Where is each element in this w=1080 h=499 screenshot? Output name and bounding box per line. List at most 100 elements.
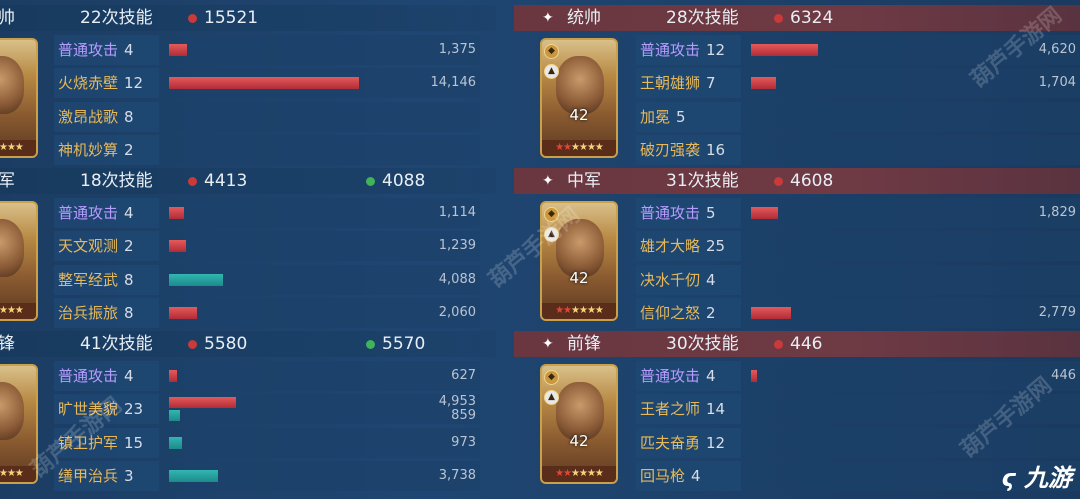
skill-name: 治兵振旅 [58, 304, 119, 322]
damage-total: 446 [790, 334, 823, 354]
skill-cast-count: 4 [706, 367, 716, 385]
logo-glyph-icon: ϛ [1001, 464, 1016, 492]
damage-value: 627 [451, 368, 476, 383]
stat-group: 帅 22次技能 15521 ★★★★★★ 普通攻击 4 1,375 火烧赤壁 12 14,146 激… [0, 5, 496, 168]
damage-total: 5580 [204, 334, 248, 354]
skill-bar-cell: 1,239 [162, 231, 480, 261]
skill-name: 普通攻击 [58, 41, 119, 59]
hero-stars-icon: ★★★★★★ [542, 466, 616, 482]
skill-count-label: 31次技能 [666, 171, 739, 191]
skill-name: 王者之师 [640, 400, 701, 418]
stat-group: 军 18次技能 4413 4088 ★★★★★★ 普通攻击 4 1,114 天文观测 2 1,239… [0, 168, 496, 331]
skill-name: 神机妙算 [58, 141, 119, 159]
skill-row: 雄才大略 25 [636, 231, 1080, 261]
skill-cast-count: 7 [706, 74, 716, 92]
skill-name: 整军经武 [58, 271, 119, 289]
trait-badge-icon: ◆ [544, 44, 559, 59]
skill-row: 破刃强袭 16 [636, 135, 1080, 165]
skill-cast-count: 15 [124, 434, 144, 452]
hero-stars-icon: ★★★★★★ [542, 303, 616, 319]
skill-row: 王朝雄狮 7 1,704 [636, 68, 1080, 98]
skill-name: 信仰之怒 [640, 304, 701, 322]
damage-total: 4608 [790, 171, 834, 191]
damage-value: 1,114 [438, 205, 476, 220]
skill-row: 普通攻击 5 1,829 [636, 198, 1080, 228]
star-icon: ✦ [542, 173, 554, 189]
skill-name-cell: 决水千仞 4 [636, 265, 741, 295]
group-header: ✦ 前锋 30次技能 446 [514, 331, 1080, 357]
damage-bar [751, 207, 778, 219]
hero-stars-icon: ★★★★★★ [0, 140, 36, 156]
hero-stars-icon: ★★★★★★ [0, 303, 36, 319]
hero-face [0, 219, 24, 277]
damage-total: 15521 [204, 8, 259, 28]
skill-cast-count: 2 [124, 237, 134, 255]
hero-portrait[interactable]: ★★★★★★ [0, 38, 38, 158]
skill-cast-count: 5 [706, 204, 716, 222]
trait-badge-icon: ◆ [544, 370, 559, 385]
heal-value: 3,738 [438, 468, 476, 483]
skill-bar-cell [162, 135, 480, 165]
skill-bar-cell: 3,738 [162, 461, 480, 491]
role-label: 锋 [0, 334, 15, 354]
damage-dot-icon [774, 14, 783, 23]
hero-face [0, 56, 24, 114]
damage-bar [169, 307, 197, 319]
skill-bar-cell: 1,704 [744, 68, 1080, 98]
skill-name-cell: 激昂战歌 8 [54, 102, 159, 132]
skill-name: 激昂战歌 [58, 108, 119, 126]
skill-row: 缮甲治兵 3 3,738 [54, 461, 480, 491]
troop-badge-icon: ▲ [544, 390, 559, 405]
damage-bar [169, 44, 187, 56]
hero-portrait[interactable]: ◆ ▲ 42 ★★★★★★ [540, 364, 618, 484]
skill-row: 镇卫护军 15 973 [54, 428, 480, 458]
skill-name-cell: 王朝雄狮 7 [636, 68, 741, 98]
hero-portrait[interactable]: ◆ ▲ 42 ★★★★★★ [540, 38, 618, 158]
stat-group: ✦ 统帅 28次技能 6324 ◆ ▲ 42 ★★★★★★ 普通攻击 12 4,620 王朝雄狮 7 1,… [514, 5, 1080, 168]
skill-cast-count: 2 [706, 304, 716, 322]
skill-name: 普通攻击 [58, 204, 119, 222]
skill-name: 回马枪 [640, 467, 686, 485]
skill-cast-count: 12 [706, 41, 726, 59]
skill-name-cell: 普通攻击 4 [636, 361, 741, 391]
hero-level: 42 [569, 269, 589, 287]
skill-name: 王朝雄狮 [640, 74, 701, 92]
skill-row: 治兵振旅 8 2,060 [54, 298, 480, 328]
skill-name-cell: 整军经武 8 [54, 265, 159, 295]
damage-value: 446 [1051, 368, 1076, 383]
damage-value: 1,239 [438, 238, 476, 253]
damage-value: 2,060 [438, 305, 476, 320]
damage-total: 4413 [204, 171, 248, 191]
hero-portrait[interactable]: ★★★★★★ [0, 201, 38, 321]
heal-dot-icon [366, 340, 375, 349]
damage-bar [751, 370, 757, 382]
skill-row: 加冕 5 [636, 102, 1080, 132]
group-header: 军 18次技能 4413 4088 [0, 168, 496, 194]
role-label: 帅 [0, 8, 15, 28]
skill-name-cell: 治兵振旅 8 [54, 298, 159, 328]
skill-count-label: 30次技能 [666, 334, 739, 354]
heal-value: 859 [451, 408, 476, 423]
skill-bar-cell [744, 135, 1080, 165]
damage-value: 1,704 [1038, 75, 1076, 90]
heal-dot-icon [366, 177, 375, 186]
skill-name-cell: 雄才大略 25 [636, 231, 741, 261]
skill-name: 匹夫奋勇 [640, 434, 701, 452]
skill-name-cell: 普通攻击 4 [54, 361, 159, 391]
skill-bar-cell: 14,146 [162, 68, 480, 98]
skill-name-cell: 回马枪 4 [636, 461, 741, 491]
skill-bar-cell: 2,779 [744, 298, 1080, 328]
group-header: ✦ 中军 31次技能 4608 [514, 168, 1080, 194]
skill-bar-cell: 1,114 [162, 198, 480, 228]
group-header: 帅 22次技能 15521 [0, 5, 496, 31]
skill-row: 激昂战歌 8 [54, 102, 480, 132]
logo-text: 九游 [1024, 464, 1072, 492]
damage-value: 1,829 [1038, 205, 1076, 220]
skill-name-cell: 普通攻击 4 [54, 198, 159, 228]
skill-name: 加冕 [640, 108, 671, 126]
skill-bar-cell: 4,088 [162, 265, 480, 295]
skill-row: 匹夫奋勇 12 [636, 428, 1080, 458]
skill-row: 决水千仞 4 [636, 265, 1080, 295]
skill-name-cell: 信仰之怒 2 [636, 298, 741, 328]
skill-cast-count: 4 [124, 41, 134, 59]
